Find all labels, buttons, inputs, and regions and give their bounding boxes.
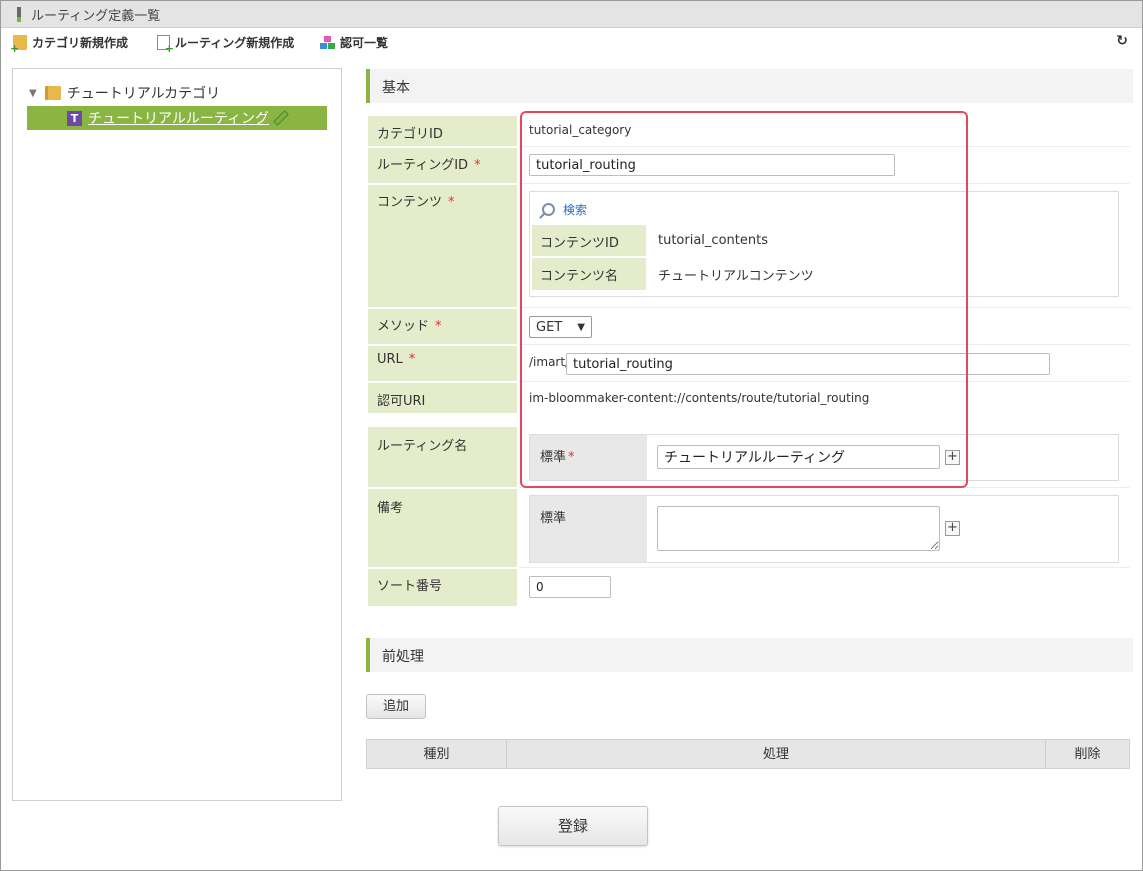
register-button[interactable]: 登録 [498, 806, 648, 846]
expand-triangle-icon[interactable]: ▼ [29, 88, 37, 99]
url-input[interactable] [566, 353, 1050, 375]
remarks-locale-label: 標準 [530, 496, 647, 562]
toolbar: カテゴリ新規作成 ルーティング新規作成 認可一覧 ↻ [1, 28, 1142, 56]
routing-type-icon: T [67, 110, 82, 126]
contents-label: コンテンツ * [368, 185, 517, 307]
section-title-basic: 基本 [382, 80, 410, 96]
new-routing-label: ルーティング新規作成 [175, 36, 295, 50]
category-id-value: tutorial_category [529, 123, 632, 137]
remarks-cell: 標準 + [519, 489, 1130, 568]
url-label: URL * [368, 346, 517, 381]
search-icon [539, 203, 555, 219]
title-bar: ルーティング定義一覧 [1, 1, 1142, 28]
sort-number-input[interactable] [529, 576, 611, 598]
method-select[interactable]: GET ▼ [529, 316, 592, 338]
routing-name-cell: 標準* + [519, 427, 1130, 488]
category-id-cell: tutorial_category [519, 116, 1130, 147]
blocks-icon [320, 35, 335, 50]
routing-id-input[interactable] [529, 154, 895, 176]
auth-uri-cell: im-bloommaker-content://contents/route/t… [519, 383, 1130, 413]
refresh-icon[interactable]: ↻ [1116, 33, 1128, 49]
tree-root-label: チュートリアルカテゴリ [66, 86, 221, 102]
add-preprocess-button[interactable]: 追加 [366, 694, 426, 719]
dropdown-arrow-icon: ▼ [577, 321, 585, 333]
section-header-preprocess: 前処理 [366, 638, 1133, 672]
routing-name-input[interactable] [657, 445, 940, 469]
new-routing-button[interactable]: ルーティング新規作成 [157, 34, 295, 55]
section-title-preprocess: 前処理 [382, 649, 424, 665]
method-label: メソッド * [368, 309, 517, 344]
add-locale-plus-icon-remarks[interactable]: + [945, 521, 960, 536]
method-cell: GET ▼ [519, 309, 1130, 345]
column-header-process: 処理 [506, 739, 1046, 769]
page-title: ルーティング定義一覧 [31, 9, 161, 24]
new-category-label: カテゴリ新規作成 [32, 36, 129, 50]
folder-icon [44, 86, 61, 100]
remarks-label: 備考 [368, 489, 517, 567]
routing-name-locale-label: 標準 * [530, 435, 647, 480]
document-add-icon [157, 35, 174, 55]
sort-number-cell [519, 569, 1130, 606]
permission-list-label: 認可一覧 [340, 36, 389, 50]
contents-id-value: tutorial_contents [658, 233, 768, 248]
pencil-icon [273, 110, 289, 126]
add-locale-plus-icon[interactable]: + [945, 450, 960, 465]
contents-name-label: コンテンツ名 [532, 258, 646, 290]
contents-name-value: チュートリアルコンテンツ [658, 269, 814, 284]
sort-number-label: ソート番号 [368, 569, 517, 606]
folder-add-icon [10, 35, 27, 55]
permission-list-button[interactable]: 認可一覧 [320, 34, 388, 51]
routing-name-label: ルーティング名 [368, 427, 517, 487]
remarks-box: 標準 + [529, 495, 1119, 563]
new-category-button[interactable]: カテゴリ新規作成 [10, 34, 129, 55]
tree-node-routing-selected[interactable]: T チュートリアルルーティング [27, 106, 327, 130]
contents-box: 検索 コンテンツID tutorial_contents コンテンツ名 チュート… [529, 191, 1119, 297]
auth-uri-value: im-bloommaker-content://contents/route/t… [529, 391, 870, 405]
section-header-basic: 基本 [366, 69, 1133, 103]
category-id-label: カテゴリID [368, 116, 517, 146]
tree-node-category[interactable]: ▼ チュートリアルカテゴリ [29, 83, 220, 103]
column-header-type: 種別 [366, 739, 507, 769]
routing-id-cell [519, 148, 1130, 184]
auth-uri-label: 認可URI [368, 383, 517, 413]
title-mark-icon [17, 7, 21, 22]
remarks-textarea[interactable] [657, 506, 940, 551]
contents-id-label: コンテンツID [532, 225, 646, 256]
app-frame: ルーティング定義一覧 カテゴリ新規作成 ルーティング新規作成 認可一覧 ↻ ▼ … [0, 0, 1143, 871]
contents-search-link[interactable]: 検索 [539, 201, 587, 219]
contents-cell: 検索 コンテンツID tutorial_contents コンテンツ名 チュート… [519, 185, 1130, 308]
category-tree: ▼ チュートリアルカテゴリ T チュートリアルルーティング [12, 68, 342, 801]
routing-name-box: 標準* + [529, 434, 1119, 481]
column-header-delete: 削除 [1045, 739, 1130, 769]
tree-selected-label[interactable]: チュートリアルルーティング [88, 108, 269, 128]
url-cell: /imart/ [519, 346, 1130, 382]
url-prefix: /imart/ [529, 355, 570, 369]
routing-id-label: ルーティングID * [368, 148, 517, 183]
